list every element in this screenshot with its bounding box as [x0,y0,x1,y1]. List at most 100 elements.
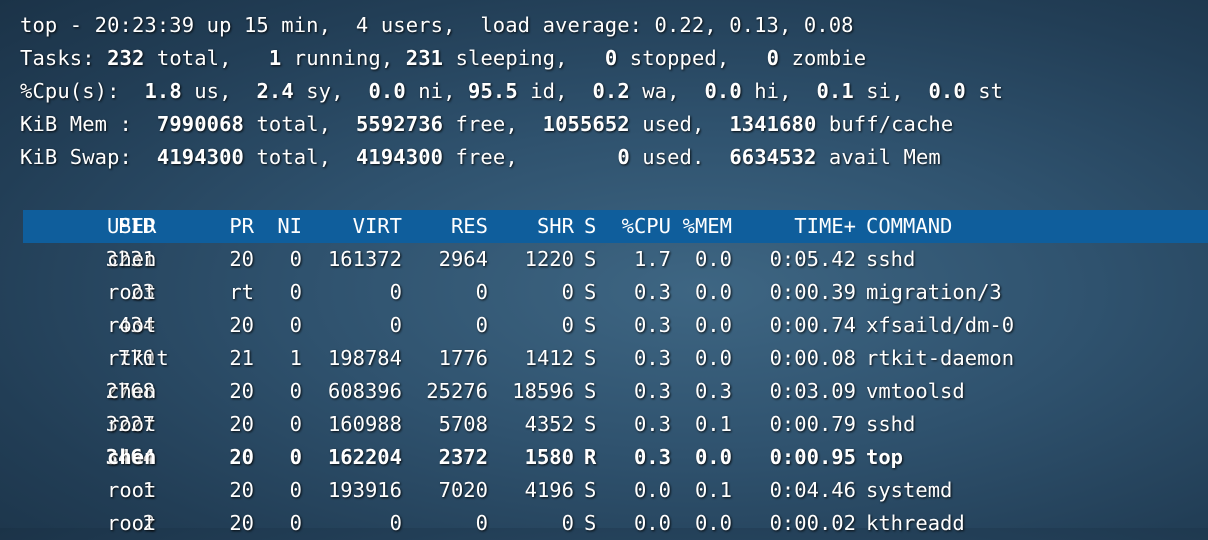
table-row[interactable]: 3231 chen 20 0 161372 2964 1220 S 1.7 0.0 0:05.42 s… [20,243,1208,276]
cell-s: S [584,379,597,403]
cell-res: 0 [475,313,488,337]
cell-s: S [584,346,597,370]
mem-used-label: used, [642,112,705,136]
cell-res: 2372 [438,445,488,469]
cpu-us-label: us, [194,79,232,103]
column-header-mem[interactable]: %MEM [683,210,732,243]
mem-free-label: free, [455,112,518,136]
cell-cpu: 0.3 [633,412,671,436]
terminal-window[interactable]: top - 20:23:39 up 15 min, 4 users, load … [0,0,1208,535]
cpu-hi: 0.0 [704,79,742,103]
cell-mem: 0.0 [694,313,732,337]
cell-command: vmtoolsd [866,379,965,403]
mem-total: 7990068 [156,112,244,136]
table-row[interactable]: 2768 chen 20 0 608396 25276 18596 S 0.3 0.3 0:03.0… [20,375,1208,408]
cell-virt: 161372 [327,247,402,271]
cell-command: sshd [866,247,916,271]
cell-shr: 4196 [524,478,574,502]
table-row[interactable]: 2 root 20 0 0 0 0 S 0.0 0.0 0:00.02 kthreadd [20,507,1208,540]
swap-total: 4194300 [156,145,244,169]
cell-command: xfsaild/dm-0 [866,313,1015,337]
column-header-s[interactable]: S [584,210,596,243]
cell-mem: 0.1 [694,412,732,436]
cell-cpu: 1.7 [633,247,671,271]
cell-res: 25276 [426,379,488,403]
column-header-cpu[interactable]: %CPU [622,210,671,243]
cell-pr: 20 [229,511,254,535]
cell-s: R [584,445,597,469]
column-header-shr[interactable]: SHR [537,210,574,243]
cell-ni: 0 [289,313,302,337]
column-header-ni[interactable]: NI [277,210,302,243]
swap-free: 4194300 [355,145,444,169]
cell-ni: 0 [289,445,302,469]
cell-time: 0:00.02 [769,511,856,535]
cell-cpu: 0.3 [633,346,671,370]
cell-virt: 0 [389,313,402,337]
cell-shr: 1412 [524,346,574,370]
cell-mem: 0.3 [694,379,732,403]
cell-pr: 21 [229,346,254,370]
cell-cpu: 0.3 [633,379,671,403]
cell-time: 0:00.95 [769,445,856,469]
cpu-sy: 2.4 [256,79,294,103]
cpu-sy-label: sy, [306,79,344,103]
table-row[interactable]: 770 rtkit 21 1 198784 1776 1412 S 0.3 0.0 0:00.08 r… [20,342,1208,375]
cell-virt: 198784 [327,346,402,370]
cell-time: 0:03.09 [769,379,856,403]
table-row[interactable]: 3464 chen 20 0 162204 2372 1580 R 0.3 0.0 0:00.95 t… [20,441,1208,474]
column-header-res[interactable]: RES [451,210,488,243]
tasks-total: 232 [107,46,145,70]
cell-virt: 0 [389,511,402,535]
table-row[interactable]: 3227 root 20 0 160988 5708 4352 S 0.3 0.1 0:00.79 s… [20,408,1208,441]
cell-shr: 0 [561,280,574,304]
cell-virt: 160988 [327,412,402,436]
cell-user: root [107,478,157,502]
cell-ni: 0 [289,379,302,403]
process-table-header: PID USER PR NI VIRT RES SHR S %CPU %MEM TIME+ COMMA… [23,210,1208,243]
column-header-command[interactable]: COMMAND [866,210,952,243]
cell-pr: rt [229,280,254,304]
table-row[interactable]: 1 root 20 0 193916 7020 4196 S 0.0 0.1 0:04.46 syst… [20,474,1208,507]
tasks-label: Tasks: [20,46,95,70]
tasks-running: 1 [268,46,282,70]
cell-ni: 0 [289,412,302,436]
cell-time: 0:00.08 [769,346,856,370]
cell-cpu: 0.0 [633,478,671,502]
column-header-user[interactable]: USER [107,210,156,243]
column-header-pr[interactable]: PR [229,210,254,243]
cell-mem: 0.0 [694,280,732,304]
cpu-wa: 0.2 [592,79,630,103]
table-row[interactable]: 23 root rt 0 0 0 0 S 0.3 0.0 0:00.39 migration/3 [20,276,1208,309]
cpu-id: 95.5 [468,79,518,103]
swap-label: KiB Swap: [20,145,132,169]
cell-s: S [584,478,597,502]
uptime-line: top - 20:23:39 up 15 min, 4 users, load … [20,13,854,37]
cpu-wa-label: wa, [642,79,680,103]
cell-shr: 1220 [524,247,574,271]
cell-cpu: 0.3 [633,445,671,469]
cpu-st-label: st [978,79,1004,103]
cpu-line: %Cpu(s): 1.8 us, 2.4 sy, 0.0 ni, 95.5 id… [20,75,1003,108]
swap-avail: 6634532 [729,145,817,169]
cell-res: 5708 [438,412,488,436]
cell-command: systemd [866,478,953,502]
mem-label: KiB Mem : [20,112,132,136]
cpu-ni-label: ni, [418,79,456,103]
table-row[interactable]: 434 root 20 0 0 0 0 S 0.3 0.0 0:00.74 xfsaild/dm-0 [20,309,1208,342]
cell-ni: 1 [289,346,302,370]
cell-cpu: 0.0 [633,511,671,535]
tasks-line: Tasks: 232 total, 1 running, 231 sleepin… [20,42,866,75]
column-header-virt[interactable]: VIRT [353,210,402,243]
cell-virt: 608396 [327,379,402,403]
cell-user: chen [107,379,157,403]
cpu-label: %Cpu(s): [20,79,120,103]
cell-ni: 0 [289,511,302,535]
cpu-us: 1.8 [144,79,182,103]
mem-cache-label: buff/cache [828,112,954,136]
column-header-time[interactable]: TIME+ [794,210,856,243]
cpu-id-label: id, [530,79,568,103]
cell-shr: 0 [561,313,574,337]
cell-ni: 0 [289,280,302,304]
tasks-stopped: 0 [604,46,618,70]
